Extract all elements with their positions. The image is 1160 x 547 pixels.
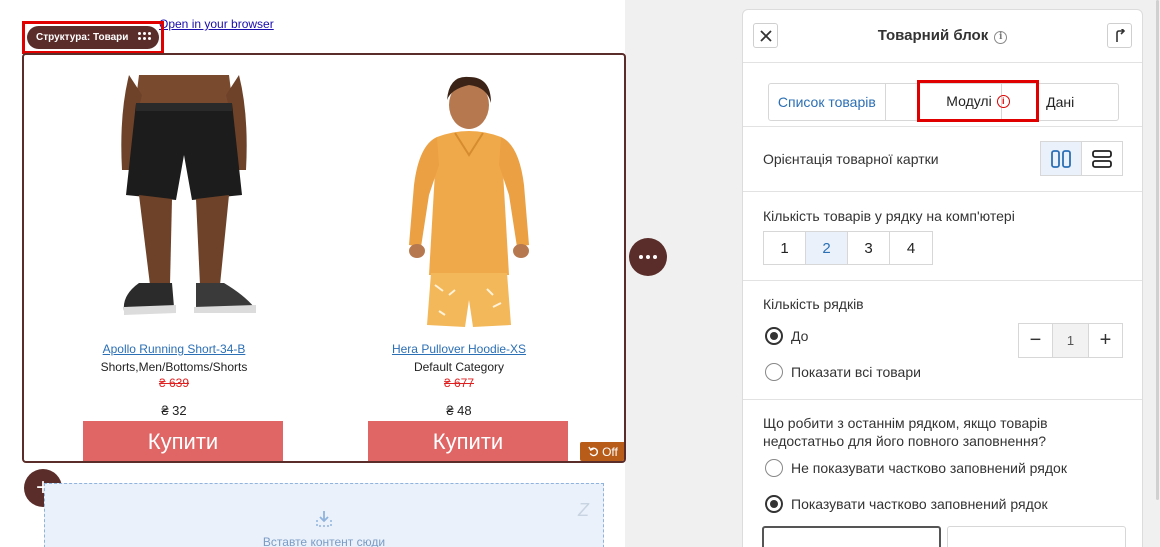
panel-title-text: Товарний блок [877, 27, 989, 44]
panel-title: Товарний блок i [743, 27, 1142, 44]
radio-checked[interactable] [765, 495, 783, 513]
rows-section: Кількість рядків До Показати всі товари … [743, 280, 1142, 400]
rows-option-all[interactable]: Показати всі товари [765, 363, 921, 381]
orientation-rows-option[interactable] [1082, 142, 1122, 175]
tab-product-list[interactable]: Список товарів [769, 84, 886, 120]
last-row-option-show-label: Показувати частково заповнений рядок [791, 496, 1048, 512]
radio-unchecked[interactable] [765, 363, 783, 381]
off-toggle-label: Off [602, 444, 618, 459]
product-image-shorts[interactable] [84, 75, 284, 335]
last-row-option-hide-label: Не показувати частково заповнений рядок [791, 460, 1067, 476]
per-row-option-1[interactable]: 1 [764, 232, 806, 264]
drop-zone[interactable]: Вставте контент сюди Z [44, 483, 604, 547]
product-old-price: ₴ 677 [443, 376, 475, 390]
per-row-label: Кількість товарів у рядку на комп'ютері [763, 208, 1015, 224]
tab-modules-highlight[interactable]: Модулі i [917, 80, 1039, 122]
per-row-option-2[interactable]: 2 [806, 232, 848, 264]
rows-value[interactable]: 1 [1052, 324, 1089, 357]
per-row-option-3[interactable]: 3 [848, 232, 890, 264]
product-old-price: ₴ 639 [158, 376, 190, 390]
drop-zone-text: Вставте контент сюди [262, 535, 386, 547]
per-row-selector: 1 2 3 4 [763, 231, 933, 265]
open-in-browser-link[interactable]: Open in your browser [159, 17, 274, 31]
more-options-button[interactable] [629, 238, 667, 276]
buy-button[interactable]: Купити [83, 421, 283, 461]
warning-icon: i [996, 94, 1010, 108]
orientation-toggle [1040, 141, 1123, 176]
info-icon[interactable]: i [994, 30, 1008, 44]
orientation-section: Орієнтація товарної картки [743, 126, 1142, 192]
alignment-options [762, 526, 1126, 547]
last-row-question: Що робити з останнім рядком, якщо товарі… [763, 415, 1048, 449]
tab-modules-label: Модулі [946, 93, 992, 109]
last-row-option-hide[interactable]: Не показувати частково заповнений рядок [765, 459, 1067, 477]
orientation-columns-option[interactable] [1041, 142, 1082, 175]
per-row-section: Кількість товарів у рядку на комп'ютері … [743, 191, 1142, 281]
radio-checked[interactable] [765, 327, 783, 345]
product-image-hoodie[interactable] [369, 75, 569, 335]
email-canvas: Open in your browser Структура: Товари A… [0, 0, 626, 547]
radio-unchecked[interactable] [765, 459, 783, 477]
rows-icon [1092, 149, 1112, 168]
panel-header: Товарний блок i [743, 10, 1142, 63]
undo-icon [588, 446, 599, 457]
off-toggle[interactable]: Off [580, 442, 624, 461]
z-logo-icon: Z [578, 500, 589, 520]
product-card: Hera Pullover Hoodie-XS Default Category… [309, 55, 609, 461]
product-name-link[interactable]: Hera Pullover Hoodie-XS [309, 342, 609, 356]
product-price: ₴ 32 [161, 403, 187, 418]
rows-option-up-to[interactable]: До [765, 327, 808, 345]
arrow-up-right-icon [1115, 28, 1125, 42]
rows-stepper: − 1 + [1018, 323, 1123, 358]
insert-icon [316, 511, 332, 527]
product-block[interactable]: Apollo Running Short-34-B Shorts,Men/Bot… [22, 53, 626, 463]
product-category: Shorts,Men/Bottoms/Shorts [100, 360, 248, 374]
structure-badge-highlight: Структура: Товари [22, 21, 164, 54]
product-category: Default Category [413, 360, 505, 374]
buy-button[interactable]: Купити [368, 421, 568, 461]
last-row-section: Що робити з останнім рядком, якщо товарі… [743, 399, 1142, 547]
move-up-button[interactable] [1107, 23, 1132, 48]
scrollbar-thumb[interactable] [1156, 0, 1159, 500]
product-name-link[interactable]: Apollo Running Short-34-B [24, 342, 324, 356]
orientation-label: Орієнтація товарної картки [763, 151, 939, 167]
decrement-button[interactable]: − [1019, 324, 1052, 357]
alignment-option-left[interactable] [762, 526, 941, 547]
last-row-option-show[interactable]: Показувати частково заповнений рядок [765, 495, 1048, 513]
settings-panel: Товарний блок i Список товарів Дані Модул… [742, 9, 1143, 547]
structure-badge[interactable]: Структура: Товари [27, 26, 159, 49]
columns-icon [1051, 149, 1071, 168]
rows-option-all-label: Показати всі товари [791, 364, 921, 380]
structure-badge-label: Структура: Товари [36, 32, 129, 43]
increment-button[interactable]: + [1089, 324, 1122, 357]
alignment-option-center[interactable] [947, 526, 1126, 547]
rows-option-up-to-label: До [791, 328, 809, 344]
drag-handle-icon[interactable] [138, 32, 151, 43]
rows-label: Кількість рядків [763, 296, 864, 312]
per-row-option-4[interactable]: 4 [890, 232, 932, 264]
product-card: Apollo Running Short-34-B Shorts,Men/Bot… [24, 55, 324, 461]
product-price: ₴ 48 [446, 403, 472, 418]
